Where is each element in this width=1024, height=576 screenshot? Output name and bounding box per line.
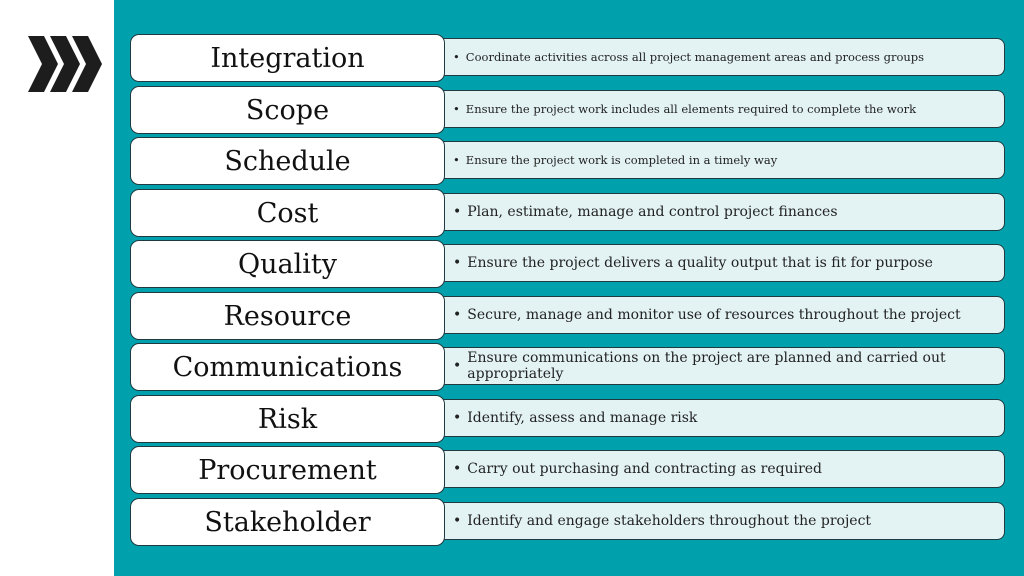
- bullet-icon: •: [453, 50, 460, 64]
- knowledge-area-description: • Carry out purchasing and contracting as…: [442, 450, 1005, 488]
- knowledge-area-description: • Plan, estimate, manage and control proj…: [442, 193, 1005, 231]
- description-text: Identify, assess and manage risk: [467, 410, 698, 426]
- description-text: Ensure communications on the project are…: [467, 350, 946, 382]
- knowledge-area-description: • Coordinate activities across all projec…: [442, 38, 1005, 76]
- description-text: Secure, manage and monitor use of resour…: [467, 307, 961, 323]
- knowledge-area-label: Scope: [130, 86, 445, 134]
- knowledge-area-label: Stakeholder: [130, 498, 445, 546]
- knowledge-area-label: Integration: [130, 34, 445, 82]
- knowledge-area-description: • Ensure the project delivers a quality o…: [442, 244, 1005, 282]
- knowledge-area-label: Cost: [130, 189, 445, 237]
- knowledge-area-row: Resource • Secure, manage and monitor use …: [130, 292, 1007, 340]
- knowledge-area-label: Resource: [130, 292, 445, 340]
- knowledge-area-label: Communications: [130, 343, 445, 391]
- knowledge-area-description: • Ensure communications on the project ar…: [442, 347, 1005, 385]
- description-text: Coordinate activities across all project…: [465, 50, 925, 64]
- description-text: Plan, estimate, manage and control proje…: [467, 204, 838, 220]
- knowledge-area-description: • Ensure the project work includes all el…: [442, 90, 1005, 128]
- knowledge-area-label: Risk: [130, 395, 445, 443]
- knowledge-area-label: Schedule: [130, 137, 445, 185]
- knowledge-area-row: Communications • Ensure communications on …: [130, 343, 1007, 391]
- description-text: Carry out purchasing and contracting as …: [467, 461, 823, 477]
- knowledge-area-label: Quality: [130, 240, 445, 288]
- bullet-icon: •: [453, 410, 462, 426]
- bullet-icon: •: [453, 307, 462, 323]
- knowledge-area-row: Scope • Ensure the project work includes a…: [130, 86, 1007, 134]
- description-text: Ensure the project work includes all ele…: [465, 102, 917, 116]
- knowledge-area-row: Stakeholder • Identify and engage stakehol…: [130, 498, 1007, 546]
- triple-chevron-right-icon: [28, 36, 102, 92]
- bullet-icon: •: [453, 153, 460, 167]
- bullet-icon: •: [453, 513, 462, 529]
- description-text: Identify and engage stakeholders through…: [467, 513, 872, 529]
- knowledge-area-description: • Secure, manage and monitor use of resou…: [442, 296, 1005, 334]
- knowledge-area-row: Integration • Coordinate activities across…: [130, 34, 1007, 82]
- description-text: Ensure the project work is completed in …: [465, 153, 778, 167]
- knowledge-area-row: Procurement • Carry out purchasing and con…: [130, 446, 1007, 494]
- knowledge-area-label: Procurement: [130, 446, 445, 494]
- bullet-icon: •: [453, 461, 462, 477]
- description-text: Ensure the project delivers a quality ou…: [467, 255, 933, 271]
- knowledge-area-description: • Ensure the project work is completed in…: [442, 141, 1005, 179]
- knowledge-area-description: • Identify and engage stakeholders throug…: [442, 502, 1005, 540]
- bullet-icon: •: [453, 204, 462, 220]
- bullet-icon: •: [453, 255, 462, 271]
- bullet-icon: •: [453, 358, 462, 374]
- knowledge-area-description: • Identify, assess and manage risk: [442, 399, 1005, 437]
- bullet-icon: •: [453, 102, 460, 116]
- knowledge-area-row: Risk • Identify, assess and manage risk: [130, 395, 1007, 443]
- knowledge-area-row: Quality • Ensure the project delivers a qu…: [130, 240, 1007, 288]
- knowledge-area-row: Cost • Plan, estimate, manage and control …: [130, 189, 1007, 237]
- knowledge-area-row: Schedule • Ensure the project work is comp…: [130, 137, 1007, 185]
